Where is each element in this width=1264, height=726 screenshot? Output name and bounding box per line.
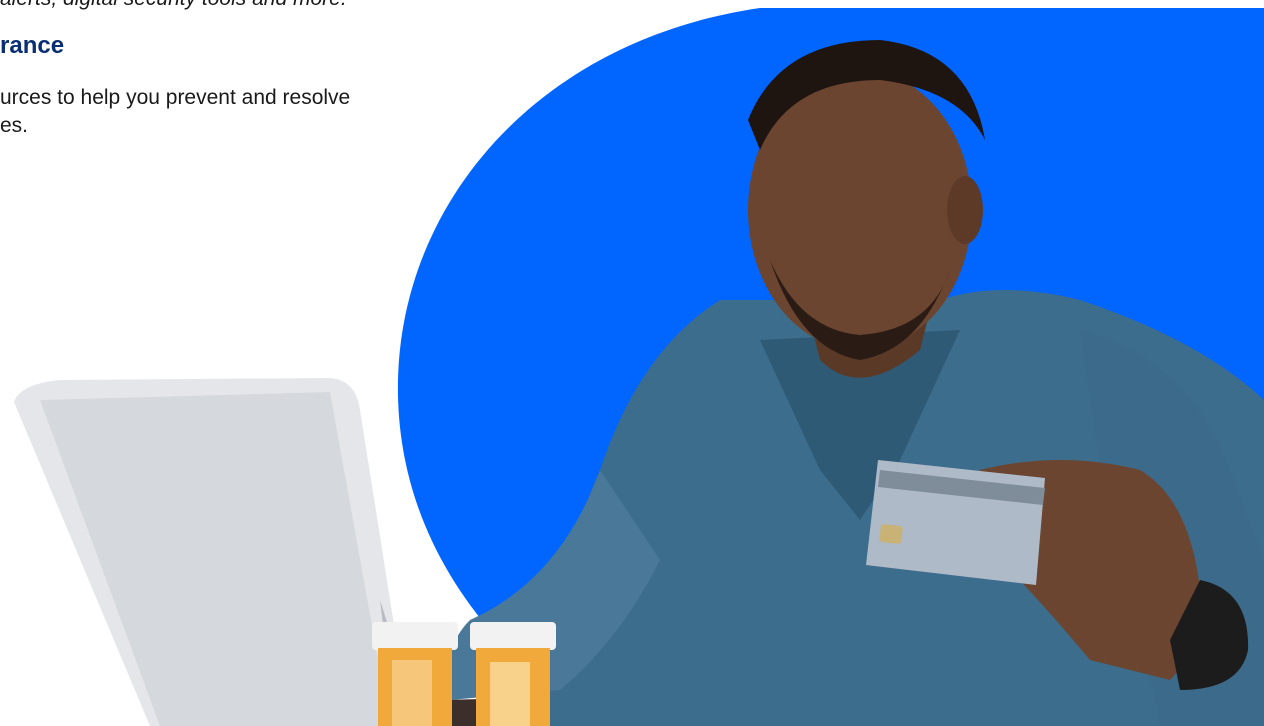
laptop [14,378,420,726]
hero-image [14,8,1264,726]
credit-card [866,460,1045,585]
